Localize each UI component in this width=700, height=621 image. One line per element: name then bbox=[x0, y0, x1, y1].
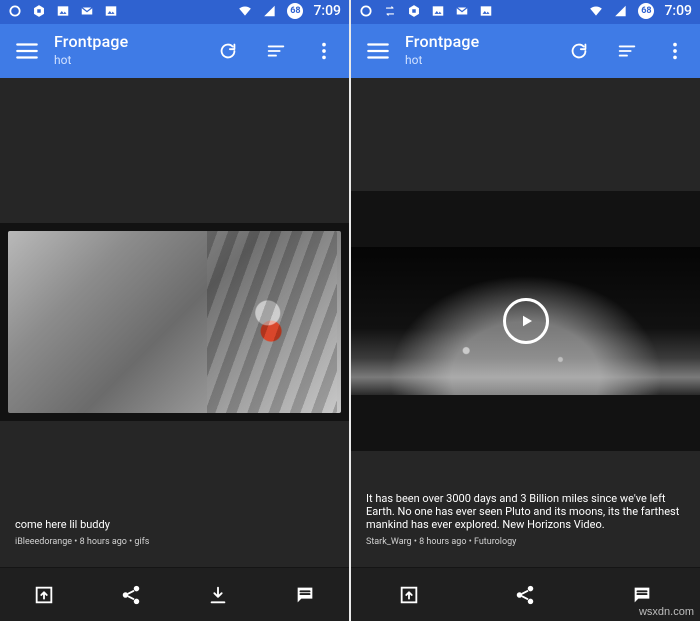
hamburger-icon bbox=[16, 43, 38, 59]
signal-icon bbox=[614, 4, 628, 18]
bottom-actions-bar bbox=[0, 567, 349, 621]
more-vertical-icon bbox=[322, 42, 326, 60]
app-title: Frontpage bbox=[54, 32, 129, 51]
video-player[interactable] bbox=[351, 191, 700, 451]
wifi-icon bbox=[588, 4, 604, 18]
content-area: come here lil buddy iBleeedorange • 8 ho… bbox=[0, 78, 349, 567]
menu-button[interactable] bbox=[365, 38, 391, 64]
open-button[interactable] bbox=[31, 582, 57, 608]
sort-icon bbox=[267, 45, 285, 57]
share-button[interactable] bbox=[512, 582, 538, 608]
share-button[interactable] bbox=[118, 582, 144, 608]
image-icon bbox=[104, 4, 118, 18]
refresh-button[interactable] bbox=[215, 38, 241, 64]
watermark: wsxdn.com bbox=[638, 606, 694, 618]
hexagon-icon bbox=[32, 4, 46, 18]
more-button[interactable] bbox=[662, 38, 688, 64]
circle-icon bbox=[359, 4, 373, 18]
open-in-browser-icon bbox=[35, 586, 52, 604]
hexagon-icon bbox=[407, 4, 421, 18]
status-icons-left bbox=[8, 4, 118, 18]
share-icon bbox=[122, 585, 140, 605]
app-subtitle: hot bbox=[405, 53, 423, 67]
sort-button[interactable] bbox=[614, 38, 640, 64]
comment-icon bbox=[298, 587, 313, 603]
app-title: Frontpage bbox=[405, 32, 480, 51]
status-time: 7:09 bbox=[313, 3, 341, 19]
comments-button[interactable] bbox=[292, 582, 318, 608]
mail-icon bbox=[455, 4, 469, 18]
refresh-button[interactable] bbox=[566, 38, 592, 64]
bottom-actions bbox=[351, 582, 700, 608]
open-in-browser-icon bbox=[400, 586, 418, 604]
status-bar: 68 7:09 bbox=[0, 0, 349, 24]
post-meta: Stark_Warg • 8 hours ago • Futurology bbox=[366, 537, 517, 547]
app-subtitle: hot bbox=[54, 53, 72, 67]
download-button[interactable] bbox=[205, 582, 231, 608]
post-meta: iBleeedorange • 8 hours ago • gifs bbox=[15, 537, 150, 547]
battery-badge: 68 bbox=[638, 3, 655, 19]
mail-icon bbox=[80, 4, 94, 18]
status-icons-right: 68 7:09 bbox=[237, 3, 341, 19]
app-bar: Frontpage hot bbox=[0, 24, 349, 78]
share-icon bbox=[517, 585, 534, 605]
more-vertical-icon bbox=[673, 42, 677, 60]
app-bar: Frontpage hot bbox=[351, 24, 700, 78]
hamburger-icon bbox=[367, 43, 389, 59]
open-button[interactable] bbox=[396, 582, 422, 608]
post-title: It has been over 3000 days and 3 Billion… bbox=[366, 492, 680, 531]
image-icon bbox=[431, 4, 445, 18]
sync-icon bbox=[383, 4, 397, 18]
battery-badge: 68 bbox=[287, 3, 304, 19]
signal-icon bbox=[263, 4, 277, 18]
more-button[interactable] bbox=[311, 38, 337, 64]
play-button[interactable] bbox=[502, 298, 549, 344]
status-time: 7:09 bbox=[664, 3, 692, 19]
image-icon bbox=[479, 4, 493, 18]
circle-icon bbox=[8, 4, 22, 18]
content-area: It has been over 3000 days and 3 Billion… bbox=[351, 78, 700, 567]
phone-right: 68 7:09 Frontpage hot It has been over 3… bbox=[351, 0, 700, 621]
app-actions bbox=[215, 38, 337, 64]
bottom-actions bbox=[0, 582, 349, 608]
phone-left: 68 7:09 Frontpage hot come here lil budd… bbox=[0, 0, 349, 621]
comments-button[interactable] bbox=[629, 582, 655, 608]
gif-steps-overlay bbox=[207, 231, 337, 413]
sort-icon bbox=[618, 45, 636, 57]
gif-player[interactable] bbox=[0, 223, 349, 421]
post-title: come here lil buddy bbox=[15, 518, 110, 531]
status-bar: 68 7:09 bbox=[351, 0, 700, 24]
comment-icon bbox=[634, 587, 650, 603]
download-icon bbox=[210, 586, 226, 604]
menu-button[interactable] bbox=[14, 38, 40, 64]
post-caption: come here lil buddy iBleeedorange • 8 ho… bbox=[15, 518, 331, 547]
refresh-icon bbox=[571, 43, 587, 59]
post-caption: It has been over 3000 days and 3 Billion… bbox=[366, 492, 682, 547]
sort-button[interactable] bbox=[263, 38, 289, 64]
image-icon bbox=[56, 4, 70, 18]
status-icons-right: 68 7:09 bbox=[588, 3, 692, 19]
screenshot-stage: 68 7:09 Frontpage hot come here lil budd… bbox=[0, 0, 700, 621]
refresh-icon bbox=[220, 43, 236, 59]
wifi-icon bbox=[237, 4, 253, 18]
play-icon bbox=[522, 315, 532, 327]
status-icons-left bbox=[359, 4, 493, 18]
app-actions bbox=[566, 38, 688, 64]
